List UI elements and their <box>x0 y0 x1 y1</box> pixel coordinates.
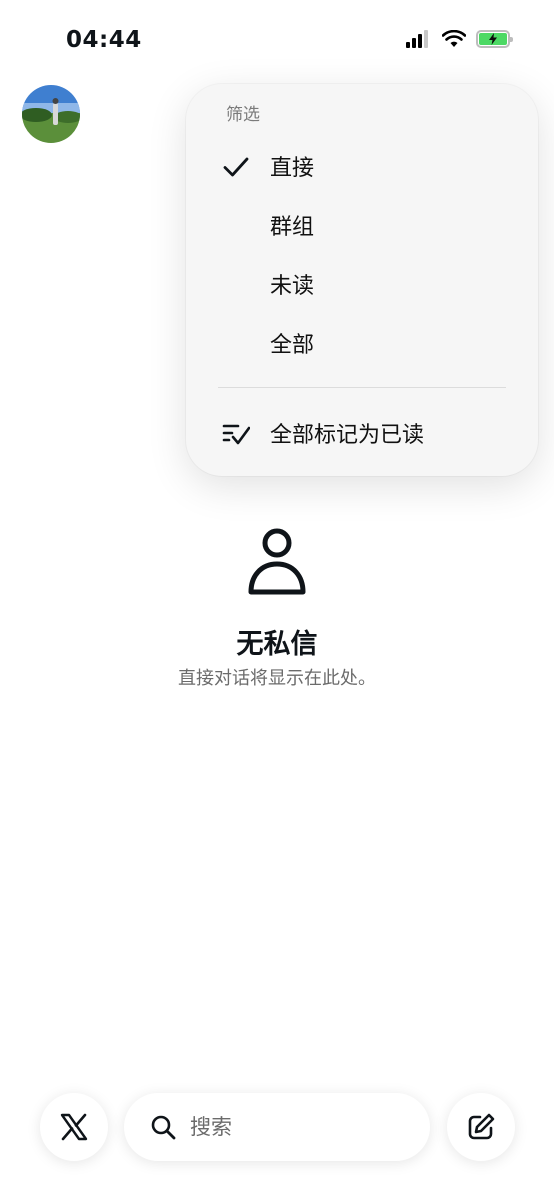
filter-option-label: 未读 <box>270 274 315 299</box>
wifi-icon <box>442 30 466 47</box>
filter-option-direct[interactable]: 直接 <box>186 141 538 191</box>
empty-state-subtitle: 直接对话将显示在此处。 <box>178 668 376 689</box>
mark-all-read-button[interactable]: 全部标记为已读 <box>186 408 538 458</box>
filter-option-label: 群组 <box>270 215 315 240</box>
compose-button[interactable] <box>447 1093 515 1161</box>
search-bar[interactable] <box>124 1093 430 1161</box>
search-icon <box>151 1115 176 1140</box>
profile-avatar[interactable] <box>22 85 80 143</box>
filter-option-groups[interactable]: 群组 <box>186 200 538 250</box>
search-input[interactable] <box>190 1109 410 1145</box>
battery-charging-icon <box>476 30 513 48</box>
status-icons <box>406 30 513 48</box>
status-time: 04:44 <box>66 27 142 53</box>
filter-menu-header: 筛选 <box>226 105 260 125</box>
filter-option-unread[interactable]: 未读 <box>186 259 538 309</box>
checkmark-icon <box>223 157 249 177</box>
x-logo-icon <box>60 1113 88 1141</box>
menu-divider <box>218 387 506 388</box>
cellular-signal-icon <box>406 30 432 48</box>
filter-option-label: 全部 <box>270 333 315 358</box>
filter-option-all[interactable]: 全部 <box>186 318 538 368</box>
mark-all-read-label: 全部标记为已读 <box>270 423 425 448</box>
home-button[interactable] <box>40 1093 108 1161</box>
empty-state-title: 无私信 <box>236 629 318 660</box>
filter-option-label: 直接 <box>270 156 315 181</box>
mark-read-icon <box>222 424 250 445</box>
filter-menu: 筛选 直接 群组 未读 全部 全部标记为已读 <box>186 84 538 476</box>
person-icon <box>248 528 306 595</box>
compose-icon <box>468 1113 495 1140</box>
